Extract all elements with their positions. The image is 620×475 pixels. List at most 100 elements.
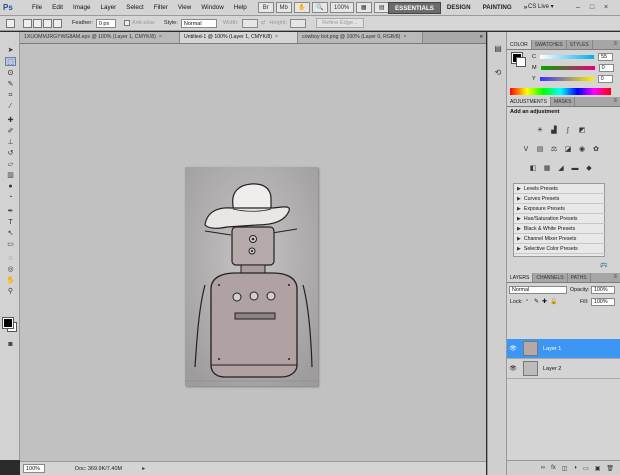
vibrance-icon[interactable]: V bbox=[521, 145, 531, 154]
color-spectrum-ramp[interactable] bbox=[510, 88, 611, 95]
foreground-color-swatch[interactable] bbox=[2, 317, 14, 329]
gradient-map-icon[interactable]: ▬ bbox=[570, 164, 580, 173]
workspace-design[interactable]: DESIGN bbox=[441, 2, 477, 14]
menu-select[interactable]: Select bbox=[121, 4, 149, 11]
rectangular-marquee-tool-icon[interactable]: ⬚ bbox=[5, 57, 16, 66]
dodge-tool-icon[interactable]: ◔ bbox=[5, 193, 16, 202]
cyan-slider[interactable] bbox=[539, 54, 594, 59]
quick-mask-icon[interactable]: ◙ bbox=[5, 340, 16, 349]
add-mask-icon[interactable]: ◫ bbox=[562, 465, 568, 472]
menu-image[interactable]: Image bbox=[68, 4, 96, 11]
lock-transparent-icon[interactable]: ▫ bbox=[526, 298, 528, 304]
quick-selection-tool-icon[interactable]: ✎ bbox=[5, 80, 16, 89]
marquee-tool-preset-icon[interactable] bbox=[6, 18, 15, 28]
healing-brush-tool-icon[interactable]: ✚ bbox=[5, 116, 16, 125]
workspace-essentials[interactable]: ESSENTIALS bbox=[388, 2, 441, 14]
tab-paths[interactable]: PATHS bbox=[568, 273, 591, 282]
antialias-checkbox[interactable] bbox=[123, 20, 130, 26]
preset-item[interactable]: ▶ Black & White Presets bbox=[514, 224, 606, 234]
3d-orbit-tool-icon[interactable]: ◎ bbox=[5, 265, 16, 274]
tab-document-1[interactable]: 1XUOMMJRGYWG8AM.eps @ 100% (Layer 1, CMY… bbox=[20, 32, 180, 43]
tab-styles[interactable]: STYLES bbox=[567, 40, 593, 49]
panel-menu-icon[interactable]: ≡ bbox=[613, 274, 617, 280]
posterize-icon[interactable]: ▦ bbox=[542, 164, 552, 173]
visibility-eye-icon[interactable]: 👁 bbox=[507, 365, 519, 372]
hand-icon[interactable]: ✋ bbox=[293, 2, 310, 13]
eyedropper-tool-icon[interactable]: ⁄ bbox=[5, 102, 16, 111]
lock-image-icon[interactable]: ✎ bbox=[534, 298, 539, 305]
black-white-icon[interactable]: ◪ bbox=[563, 145, 573, 154]
blur-tool-icon[interactable]: ● bbox=[5, 182, 16, 191]
tab-swatches[interactable]: SWATCHES bbox=[532, 40, 567, 49]
type-tool-icon[interactable]: T bbox=[5, 218, 16, 227]
gradient-tool-icon[interactable]: ▥ bbox=[5, 171, 16, 180]
magenta-slider[interactable] bbox=[540, 65, 595, 70]
levels-icon[interactable]: ▟ bbox=[549, 126, 559, 135]
document-size-info[interactable]: Doc: 369.9K/7.40M bbox=[75, 466, 122, 472]
panel-menu-icon[interactable]: ≡ bbox=[613, 98, 617, 104]
link-layers-icon[interactable]: ∞ bbox=[541, 465, 545, 471]
add-to-selection-icon[interactable] bbox=[33, 18, 42, 28]
cs-live-button[interactable]: CS Live ▾ bbox=[528, 3, 554, 10]
tab-masks[interactable]: MASKS bbox=[551, 97, 576, 106]
adjustment-panel-toggle-icon[interactable]: 🚌 bbox=[600, 261, 607, 268]
history-brush-tool-icon[interactable]: ↺ bbox=[5, 149, 16, 158]
history-panel-icon[interactable]: ▤ bbox=[492, 44, 504, 55]
tab-layers[interactable]: LAYERS bbox=[507, 273, 534, 282]
menu-layer[interactable]: Layer bbox=[96, 4, 122, 11]
close-icon[interactable]: × bbox=[599, 2, 613, 13]
intersect-selection-icon[interactable] bbox=[53, 18, 62, 28]
threshold-icon[interactable]: ◢ bbox=[556, 164, 566, 173]
hue-saturation-icon[interactable]: ▤ bbox=[535, 145, 545, 154]
zoom-level-select[interactable]: 100% bbox=[329, 2, 354, 13]
menu-edit[interactable]: Edit bbox=[47, 4, 68, 11]
move-tool-icon[interactable]: ➤ bbox=[5, 46, 16, 55]
layer-row-layer-1[interactable]: 👁 Layer 1 bbox=[507, 339, 620, 359]
minibridge-icon[interactable]: Mb bbox=[275, 2, 292, 13]
zoom-field[interactable]: 100% bbox=[23, 464, 45, 473]
curves-icon[interactable]: ∫ bbox=[563, 126, 573, 135]
new-adjustment-layer-icon[interactable]: ◑ bbox=[573, 465, 577, 471]
document-canvas[interactable] bbox=[185, 167, 318, 386]
swap-dimensions-icon[interactable]: ⇄ bbox=[261, 20, 266, 26]
tab-document-2[interactable]: Untitled-1 @ 100% (Layer 1, CMYK/8) × bbox=[180, 32, 298, 43]
feather-input[interactable]: 0 px bbox=[95, 18, 116, 28]
tab-document-3[interactable]: cowboy bot.png @ 100% (Layer 0, RGB/8) × bbox=[298, 32, 423, 43]
layer-row-layer-2[interactable]: 👁 Layer 2 bbox=[507, 359, 620, 379]
cyan-value[interactable]: 55 bbox=[597, 52, 613, 61]
close-tab-icon[interactable]: × bbox=[275, 34, 278, 40]
new-group-icon[interactable]: ▭ bbox=[583, 465, 589, 472]
status-menu-icon[interactable]: ▸ bbox=[142, 465, 145, 472]
lock-position-icon[interactable]: ✚ bbox=[542, 298, 547, 305]
brightness-contrast-icon[interactable]: ☀ bbox=[535, 126, 545, 135]
menu-filter[interactable]: Filter bbox=[149, 4, 173, 11]
new-selection-icon[interactable] bbox=[23, 18, 32, 28]
subtract-selection-icon[interactable] bbox=[43, 18, 52, 28]
lock-all-icon[interactable]: 🔒 bbox=[550, 298, 557, 305]
bridge-icon[interactable]: Br bbox=[257, 2, 274, 13]
preset-item[interactable]: ▶ Channel Mixer Presets bbox=[514, 234, 606, 244]
delete-layer-icon[interactable]: 🗑 bbox=[606, 465, 614, 472]
clone-stamp-tool-icon[interactable]: ⊥ bbox=[5, 138, 16, 147]
close-tab-icon[interactable]: × bbox=[403, 34, 406, 40]
tabs-overflow-icon[interactable]: » bbox=[480, 32, 486, 43]
preset-item[interactable]: ▶ Exposure Presets bbox=[514, 204, 606, 214]
brush-tool-icon[interactable]: ✐ bbox=[5, 127, 16, 136]
zoom-tool-icon[interactable]: ⚲ bbox=[5, 287, 16, 296]
visibility-eye-icon[interactable]: 👁 bbox=[507, 345, 519, 352]
close-tab-icon[interactable]: × bbox=[159, 34, 162, 40]
yellow-value[interactable]: 0 bbox=[597, 74, 613, 83]
tab-adjustments[interactable]: ADJUSTMENTS bbox=[507, 97, 551, 106]
refine-edge-button[interactable]: Refine Edge... bbox=[316, 18, 364, 28]
menu-view[interactable]: View bbox=[173, 4, 197, 11]
preset-item[interactable]: ▶ Levels Presets bbox=[514, 184, 606, 194]
style-select[interactable]: Normal bbox=[180, 18, 217, 28]
panel-menu-icon[interactable]: ≡ bbox=[613, 41, 617, 47]
color-balance-icon[interactable]: ⚖ bbox=[549, 145, 559, 154]
photo-filter-icon[interactable]: ◉ bbox=[577, 145, 587, 154]
menu-file[interactable]: File bbox=[27, 4, 47, 11]
minimize-icon[interactable]: – bbox=[571, 2, 585, 13]
menu-window[interactable]: Window bbox=[196, 4, 228, 11]
view-extras-icon[interactable]: ▦ bbox=[355, 2, 372, 13]
preset-item[interactable]: ▶ Selective Color Presets bbox=[514, 244, 606, 254]
